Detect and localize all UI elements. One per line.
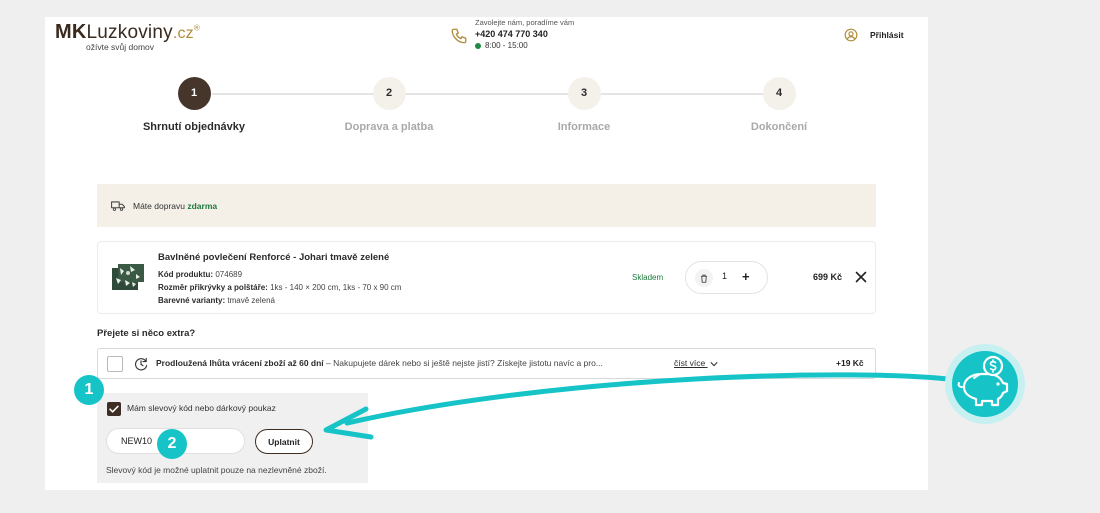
product-size: Rozměr přikrývky a polštáře: 1ks - 140 ×… bbox=[158, 283, 402, 292]
free-shipping-banner: Máte dopravu zdarma bbox=[97, 184, 876, 227]
free-shipping-highlight: zdarma bbox=[187, 200, 218, 211]
checkmark-icon bbox=[109, 405, 119, 413]
logo-tld: .cz bbox=[172, 25, 194, 42]
step-badge-1: 1 bbox=[74, 375, 104, 405]
product-variant: Barevné varianty: tmavě zelená bbox=[158, 296, 275, 305]
extra-service-row: Prodloužená lhůta vrácení zboží až 60 dn… bbox=[97, 348, 876, 379]
step-badge-2: 2 bbox=[157, 429, 187, 459]
contact-phone[interactable]: +420 474 770 340 bbox=[475, 29, 574, 39]
login-button[interactable]: Přihlásit bbox=[844, 28, 904, 42]
site-logo[interactable]: MKLuzkoviny.cz® ožívte svůj domov bbox=[55, 21, 200, 52]
quantity-stepper: 1 + bbox=[685, 261, 768, 294]
step-label: Shrnutí objednávky bbox=[142, 121, 246, 133]
phone-icon bbox=[451, 28, 467, 44]
extra-service-price: +19 Kč bbox=[836, 358, 864, 368]
return-period-icon bbox=[135, 357, 148, 371]
extra-service-text: Prodloužená lhůta vrácení zboží až 60 dn… bbox=[156, 358, 603, 368]
quantity-value[interactable]: 1 bbox=[722, 271, 727, 281]
chevron-down-icon bbox=[709, 361, 718, 367]
extra-service-checkbox[interactable] bbox=[107, 356, 123, 372]
free-shipping-text: Máte dopravu zdarma bbox=[133, 200, 218, 211]
step-number: 3 bbox=[567, 77, 601, 110]
logo-name: Luzkoviny bbox=[86, 22, 173, 43]
checkout-stepper: 1 Shrnutí objednávky 2 Doprava a platba … bbox=[45, 77, 928, 137]
read-more-link[interactable]: číst více bbox=[674, 358, 718, 368]
step-number: 4 bbox=[762, 77, 796, 110]
piggy-bank-icon bbox=[945, 344, 1025, 424]
contact-hours-text: 8:00 - 15:00 bbox=[485, 41, 528, 50]
discount-code-checkbox[interactable] bbox=[107, 402, 121, 416]
logo-registered: ® bbox=[193, 23, 200, 33]
apply-discount-button[interactable]: Uplatnit bbox=[255, 429, 313, 454]
step-label: Doprava a platba bbox=[344, 121, 434, 133]
checkout-page: MKLuzkoviny.cz® ožívte svůj domov Zavole… bbox=[45, 17, 928, 490]
delete-button[interactable] bbox=[695, 269, 713, 287]
step-number: 2 bbox=[372, 77, 406, 110]
cart-item: Bavlněné povlečení Renforcé - Johari tma… bbox=[97, 241, 876, 314]
step-label: Informace bbox=[557, 121, 611, 133]
logo-mk: MK bbox=[55, 21, 87, 43]
extra-service-description: – Nakupujete dárek nebo si ještě nejste … bbox=[323, 358, 603, 368]
contact-hours: 8:00 - 15:00 bbox=[475, 41, 574, 50]
extra-service-name: Prodloužená lhůta vrácení zboží až 60 dn… bbox=[156, 358, 324, 368]
step-shipping-payment[interactable]: 2 Doprava a platba bbox=[319, 77, 459, 133]
step-completion[interactable]: 4 Dokončení bbox=[709, 77, 849, 133]
item-price: 699 Kč bbox=[813, 272, 843, 282]
truck-icon bbox=[111, 200, 125, 211]
contact-note: Zavolejte nám, poradíme vám bbox=[475, 18, 575, 27]
increase-quantity-button[interactable]: + bbox=[742, 268, 750, 286]
discount-code-label: Mám slevový kód nebo dárkový poukaz bbox=[127, 403, 276, 413]
login-label: Přihlásit bbox=[870, 30, 904, 40]
discount-code-note: Slevový kód je možné uplatnit pouze na n… bbox=[106, 465, 327, 475]
product-thumbnail[interactable] bbox=[110, 260, 146, 296]
remove-item-icon[interactable] bbox=[855, 271, 867, 283]
trash-icon bbox=[701, 274, 707, 283]
user-icon bbox=[844, 28, 858, 42]
step-summary[interactable]: 1 Shrnutí objednávky bbox=[124, 77, 264, 133]
step-label: Dokončení bbox=[750, 121, 808, 133]
product-code: Kód produktu: 074689 bbox=[158, 270, 243, 279]
product-title[interactable]: Bavlněné povlečení Renforcé - Johari tma… bbox=[158, 252, 401, 263]
stock-status: Skladem bbox=[632, 273, 664, 282]
discount-code-box: Mám slevový kód nebo dárkový poukaz Upla… bbox=[97, 393, 368, 483]
step-number: 1 bbox=[177, 77, 211, 110]
online-status-dot bbox=[475, 42, 481, 49]
extras-heading: Přejete si něco extra? bbox=[97, 328, 196, 339]
step-information[interactable]: 3 Informace bbox=[514, 77, 654, 133]
